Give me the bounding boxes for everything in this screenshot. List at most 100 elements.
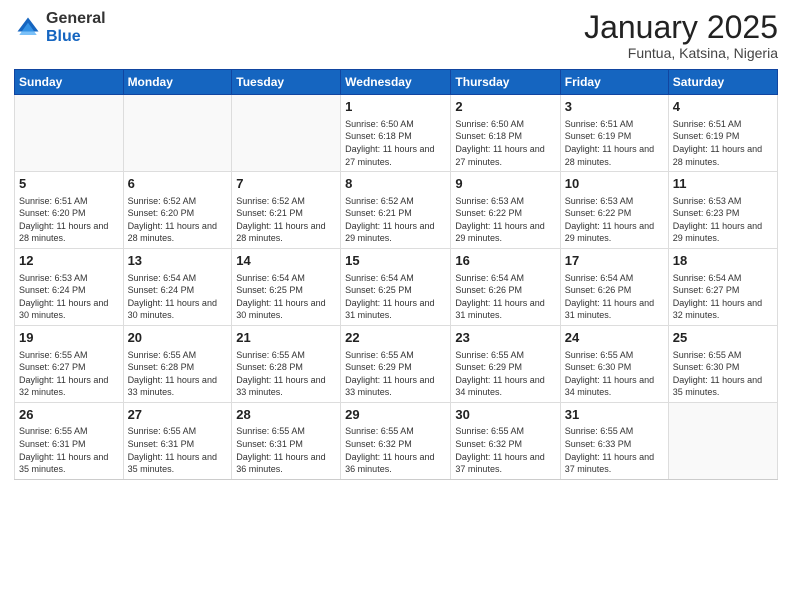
calendar-cell: 9 Sunrise: 6:53 AM Sunset: 6:22 PM Daylig… <box>451 172 560 249</box>
header-monday: Monday <box>123 70 232 95</box>
day-info: Sunrise: 6:55 AM Sunset: 6:28 PM Dayligh… <box>236 349 336 399</box>
day-info: Sunrise: 6:55 AM Sunset: 6:27 PM Dayligh… <box>19 349 119 399</box>
logo-general: General <box>46 10 106 27</box>
day-number: 14 <box>236 252 336 270</box>
day-info: Sunrise: 6:54 AM Sunset: 6:25 PM Dayligh… <box>345 272 446 322</box>
calendar-cell: 29Sunrise: 6:55 AM Sunset: 6:32 PM Dayli… <box>341 402 451 479</box>
calendar-cell: 19Sunrise: 6:55 AM Sunset: 6:27 PM Dayli… <box>15 325 124 402</box>
day-info: Sunrise: 6:54 AM Sunset: 6:26 PM Dayligh… <box>565 272 664 322</box>
calendar-cell: 2 Sunrise: 6:50 AM Sunset: 6:18 PM Daylig… <box>451 95 560 172</box>
calendar-cell: 6Sunrise: 6:52 AM Sunset: 6:20 PM Daylig… <box>123 172 232 249</box>
calendar-cell: 22 Sunrise: 6:55 AM Sunset: 6:29 PM Dayli… <box>341 325 451 402</box>
day-number: 29 <box>345 406 446 424</box>
day-number: 16 <box>455 252 555 270</box>
day-number: 3 <box>565 98 664 116</box>
calendar-cell: 11Sunrise: 6:53 AM Sunset: 6:23 PM Dayli… <box>668 172 777 249</box>
day-info: Sunrise: 6:55 AM Sunset: 6:31 PM Dayligh… <box>19 425 119 475</box>
day-number: 20 <box>128 329 228 347</box>
day-number: 8 <box>345 175 446 193</box>
day-info: Sunrise: 6:51 AM Sunset: 6:19 PM Dayligh… <box>565 118 664 168</box>
calendar-cell: 26Sunrise: 6:55 AM Sunset: 6:31 PM Dayli… <box>15 402 124 479</box>
day-number: 22 <box>345 329 446 347</box>
calendar-week-3: 12Sunrise: 6:53 AM Sunset: 6:24 PM Dayli… <box>15 249 778 326</box>
day-info: Sunrise: 6:55 AM Sunset: 6:32 PM Dayligh… <box>345 425 446 475</box>
day-number: 17 <box>565 252 664 270</box>
day-number: 23 <box>455 329 555 347</box>
calendar-cell: 4 Sunrise: 6:51 AM Sunset: 6:19 PM Daylig… <box>668 95 777 172</box>
day-info: Sunrise: 6:53 AM Sunset: 6:22 PM Dayligh… <box>565 195 664 245</box>
day-info: Sunrise: 6:54 AM Sunset: 6:25 PM Dayligh… <box>236 272 336 322</box>
day-number: 7 <box>236 175 336 193</box>
calendar-cell: 27Sunrise: 6:55 AM Sunset: 6:31 PM Dayli… <box>123 402 232 479</box>
day-info: Sunrise: 6:55 AM Sunset: 6:29 PM Dayligh… <box>455 349 555 399</box>
logo: General Blue <box>14 10 106 45</box>
calendar-cell: 14 Sunrise: 6:54 AM Sunset: 6:25 PM Dayli… <box>232 249 341 326</box>
day-number: 10 <box>565 175 664 193</box>
calendar-cell: 1 Sunrise: 6:50 AM Sunset: 6:18 PM Daylig… <box>341 95 451 172</box>
logo-text: General Blue <box>46 10 106 45</box>
calendar-header-row: Sunday Monday Tuesday Wednesday Thursday… <box>15 70 778 95</box>
day-info: Sunrise: 6:51 AM Sunset: 6:19 PM Dayligh… <box>673 118 773 168</box>
day-number: 12 <box>19 252 119 270</box>
header-saturday: Saturday <box>668 70 777 95</box>
day-info: Sunrise: 6:52 AM Sunset: 6:21 PM Dayligh… <box>236 195 336 245</box>
calendar-cell: 21 Sunrise: 6:55 AM Sunset: 6:28 PM Dayli… <box>232 325 341 402</box>
day-number: 30 <box>455 406 555 424</box>
logo-icon <box>14 14 42 42</box>
calendar-cell: 25Sunrise: 6:55 AM Sunset: 6:30 PM Dayli… <box>668 325 777 402</box>
header-thursday: Thursday <box>451 70 560 95</box>
day-info: Sunrise: 6:55 AM Sunset: 6:29 PM Dayligh… <box>345 349 446 399</box>
calendar-cell: 24Sunrise: 6:55 AM Sunset: 6:30 PM Dayli… <box>560 325 668 402</box>
day-info: Sunrise: 6:54 AM Sunset: 6:27 PM Dayligh… <box>673 272 773 322</box>
header-tuesday: Tuesday <box>232 70 341 95</box>
page: General Blue January 2025 Funtua, Katsin… <box>0 0 792 612</box>
calendar-cell: 23 Sunrise: 6:55 AM Sunset: 6:29 PM Dayli… <box>451 325 560 402</box>
month-title: January 2025 <box>584 10 778 45</box>
day-number: 15 <box>345 252 446 270</box>
day-info: Sunrise: 6:55 AM Sunset: 6:33 PM Dayligh… <box>565 425 664 475</box>
day-info: Sunrise: 6:55 AM Sunset: 6:31 PM Dayligh… <box>236 425 336 475</box>
day-info: Sunrise: 6:50 AM Sunset: 6:18 PM Dayligh… <box>455 118 555 168</box>
calendar-cell: 15 Sunrise: 6:54 AM Sunset: 6:25 PM Dayli… <box>341 249 451 326</box>
calendar-cell: 17 Sunrise: 6:54 AM Sunset: 6:26 PM Dayli… <box>560 249 668 326</box>
header-wednesday: Wednesday <box>341 70 451 95</box>
day-number: 13 <box>128 252 228 270</box>
day-info: Sunrise: 6:55 AM Sunset: 6:31 PM Dayligh… <box>128 425 228 475</box>
day-info: Sunrise: 6:55 AM Sunset: 6:30 PM Dayligh… <box>673 349 773 399</box>
day-number: 27 <box>128 406 228 424</box>
calendar-cell: 30Sunrise: 6:55 AM Sunset: 6:32 PM Dayli… <box>451 402 560 479</box>
calendar-cell: 10 Sunrise: 6:53 AM Sunset: 6:22 PM Dayli… <box>560 172 668 249</box>
day-info: Sunrise: 6:53 AM Sunset: 6:23 PM Dayligh… <box>673 195 773 245</box>
calendar-cell <box>668 402 777 479</box>
calendar-cell: 7 Sunrise: 6:52 AM Sunset: 6:21 PM Daylig… <box>232 172 341 249</box>
day-number: 21 <box>236 329 336 347</box>
day-info: Sunrise: 6:54 AM Sunset: 6:24 PM Dayligh… <box>128 272 228 322</box>
calendar-week-2: 5Sunrise: 6:51 AM Sunset: 6:20 PM Daylig… <box>15 172 778 249</box>
calendar-cell: 5Sunrise: 6:51 AM Sunset: 6:20 PM Daylig… <box>15 172 124 249</box>
day-info: Sunrise: 6:50 AM Sunset: 6:18 PM Dayligh… <box>345 118 446 168</box>
day-info: Sunrise: 6:55 AM Sunset: 6:30 PM Dayligh… <box>565 349 664 399</box>
day-number: 6 <box>128 175 228 193</box>
header-sunday: Sunday <box>15 70 124 95</box>
calendar-cell <box>123 95 232 172</box>
calendar-week-5: 26Sunrise: 6:55 AM Sunset: 6:31 PM Dayli… <box>15 402 778 479</box>
day-info: Sunrise: 6:52 AM Sunset: 6:21 PM Dayligh… <box>345 195 446 245</box>
calendar-cell <box>232 95 341 172</box>
calendar-cell <box>15 95 124 172</box>
location: Funtua, Katsina, Nigeria <box>584 45 778 61</box>
day-number: 1 <box>345 98 446 116</box>
title-block: January 2025 Funtua, Katsina, Nigeria <box>584 10 778 61</box>
calendar-cell: 31Sunrise: 6:55 AM Sunset: 6:33 PM Dayli… <box>560 402 668 479</box>
calendar-cell: 8 Sunrise: 6:52 AM Sunset: 6:21 PM Daylig… <box>341 172 451 249</box>
day-number: 2 <box>455 98 555 116</box>
calendar-week-1: 1 Sunrise: 6:50 AM Sunset: 6:18 PM Daylig… <box>15 95 778 172</box>
day-info: Sunrise: 6:55 AM Sunset: 6:28 PM Dayligh… <box>128 349 228 399</box>
day-number: 9 <box>455 175 555 193</box>
day-info: Sunrise: 6:53 AM Sunset: 6:22 PM Dayligh… <box>455 195 555 245</box>
day-info: Sunrise: 6:54 AM Sunset: 6:26 PM Dayligh… <box>455 272 555 322</box>
day-number: 4 <box>673 98 773 116</box>
calendar-cell: 13 Sunrise: 6:54 AM Sunset: 6:24 PM Dayli… <box>123 249 232 326</box>
header-friday: Friday <box>560 70 668 95</box>
calendar-table: Sunday Monday Tuesday Wednesday Thursday… <box>14 69 778 480</box>
day-number: 26 <box>19 406 119 424</box>
